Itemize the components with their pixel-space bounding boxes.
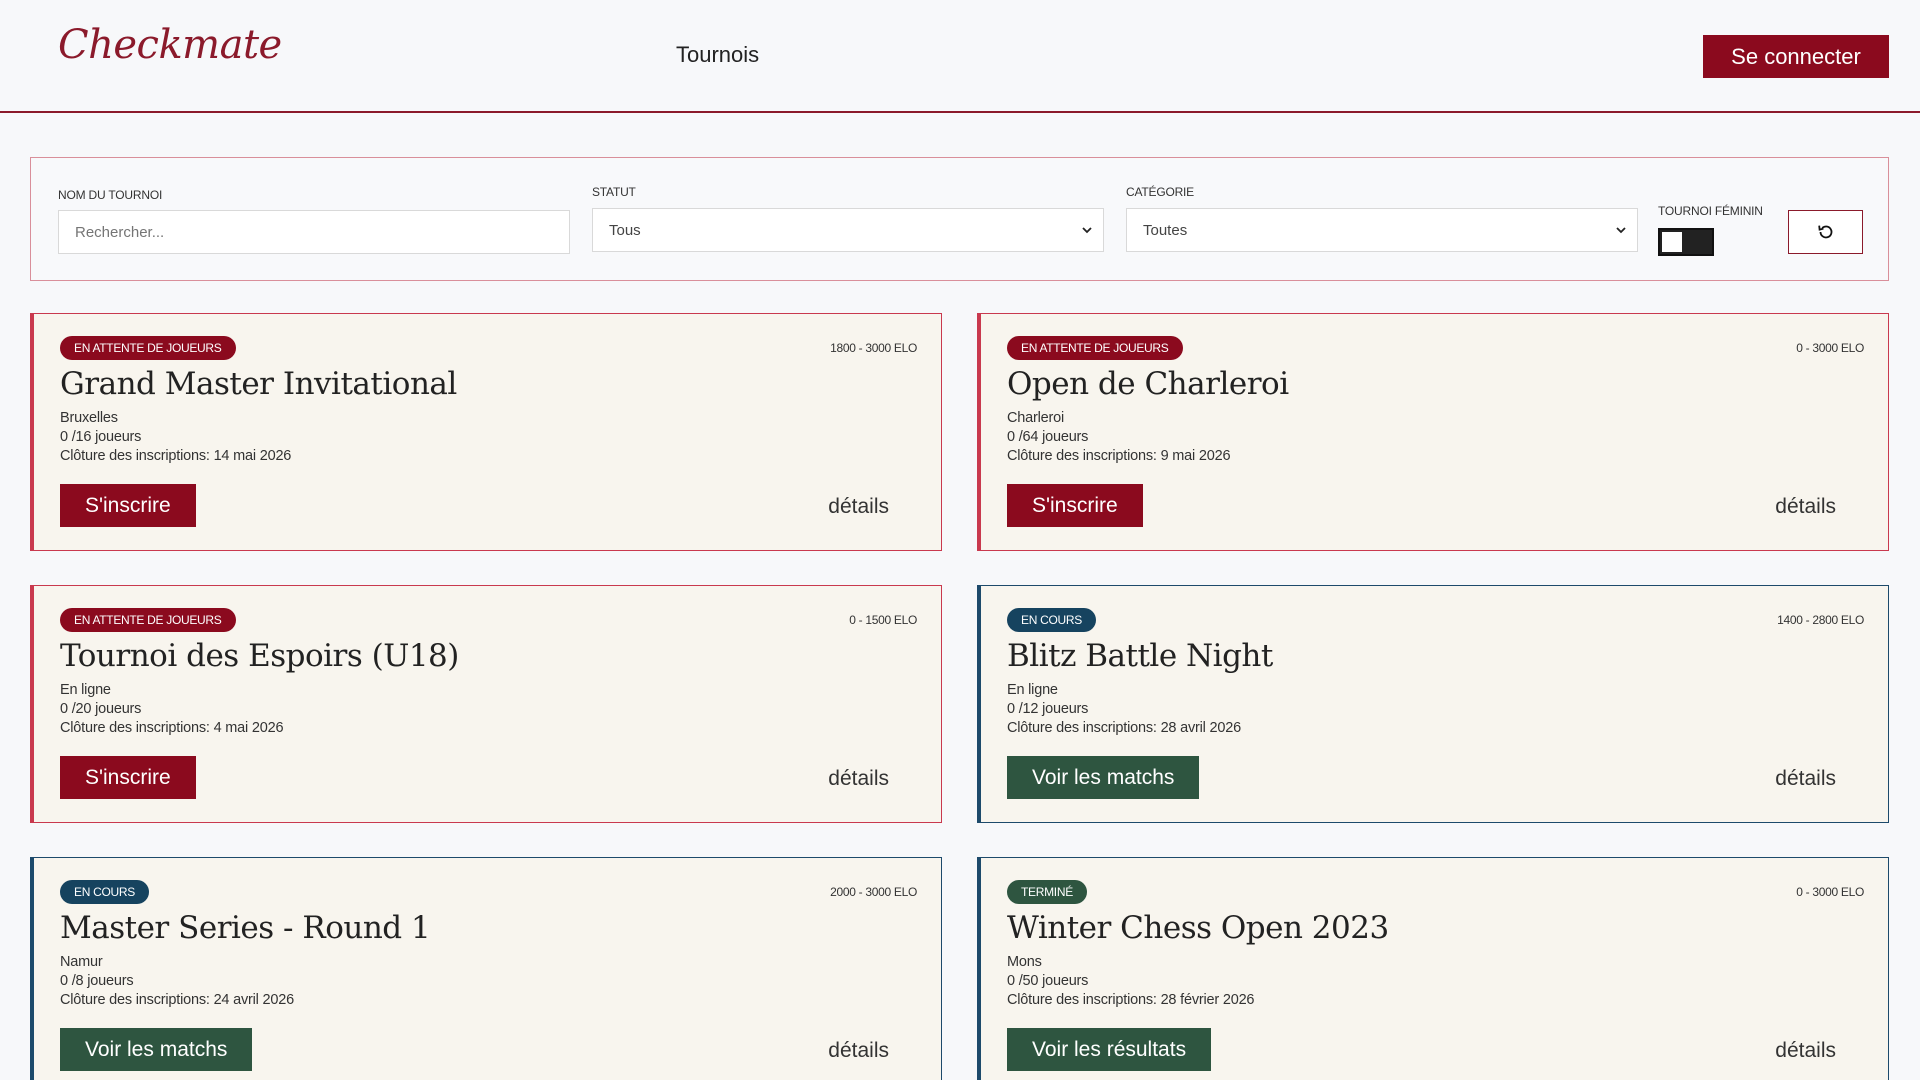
elo-range: 0 - 1500 ELO (849, 613, 917, 627)
category-select[interactable]: Toutes (1126, 208, 1638, 252)
tournament-title: Winter Chess Open 2023 (1007, 910, 1389, 946)
view-matches-button[interactable]: Voir les matchs (60, 1028, 253, 1071)
registration-closing: Clôture des inscriptions: 28 avril 2026 (1007, 720, 1241, 736)
elo-range: 2000 - 3000 ELO (830, 885, 917, 899)
status-select[interactable]: Tous (592, 208, 1104, 252)
register-button[interactable]: S'inscrire (60, 756, 196, 799)
tournament-players: 0 /50 joueurs (1007, 973, 1089, 989)
registration-closing: Clôture des inscriptions: 14 mai 2026 (60, 448, 292, 464)
category-select-value: Toutes (1143, 221, 1188, 239)
tournament-title: Grand Master Invitational (60, 366, 457, 402)
tournament-title: Tournoi des Espoirs (U18) (60, 638, 459, 674)
nav-tournois-link[interactable]: Tournois (676, 42, 759, 68)
tournament-location: Charleroi (1007, 410, 1065, 426)
status-badge: TERMINÉ (1007, 880, 1087, 904)
register-button[interactable]: S'inscrire (60, 484, 196, 527)
top-header: Checkmate Tournois Se connecter (0, 0, 1920, 113)
elo-range: 0 - 3000 ELO (1796, 885, 1864, 899)
status-badge: EN ATTENTE DE JOUEURS (60, 336, 236, 360)
tournament-name-label: NOM DU TOURNOI (58, 188, 163, 202)
tournament-players: 0 /64 joueurs (1007, 429, 1089, 445)
registration-closing: Clôture des inscriptions: 24 avril 2026 (60, 992, 294, 1008)
women-tournament-label: TOURNOI FÉMININ (1658, 204, 1763, 218)
app-logo[interactable]: Checkmate (58, 22, 282, 68)
details-link[interactable]: détails (1775, 1039, 1836, 1063)
elo-range: 0 - 3000 ELO (1796, 341, 1864, 355)
tournament-location: En ligne (60, 682, 111, 698)
register-button[interactable]: S'inscrire (1007, 484, 1143, 527)
tournament-card: EN ATTENTE DE JOUEURS 0 - 1500 ELO Tourn… (30, 585, 942, 823)
category-label: CATÉGORIE (1126, 185, 1194, 199)
details-link[interactable]: détails (1775, 767, 1836, 791)
filter-panel: NOM DU TOURNOI STATUT Tous CATÉGORIE Tou… (30, 157, 1889, 281)
status-badge: EN ATTENTE DE JOUEURS (1007, 336, 1183, 360)
elo-range: 1400 - 2800 ELO (1777, 613, 1864, 627)
refresh-icon (1817, 225, 1832, 239)
tournament-card: EN COURS 2000 - 3000 ELO Master Series -… (30, 857, 942, 1080)
tournament-location: Namur (60, 954, 103, 970)
status-badge: EN COURS (60, 880, 149, 904)
tournament-location: Bruxelles (60, 410, 118, 426)
status-badge: EN ATTENTE DE JOUEURS (60, 608, 236, 632)
details-link[interactable]: détails (1775, 495, 1836, 519)
registration-closing: Clôture des inscriptions: 28 février 202… (1007, 992, 1255, 1008)
view-matches-button[interactable]: Voir les matchs (1007, 756, 1200, 799)
tournament-players: 0 /20 joueurs (60, 701, 142, 717)
women-tournament-toggle[interactable] (1658, 228, 1714, 256)
status-select-value: Tous (609, 221, 641, 239)
tournament-players: 0 /12 joueurs (1007, 701, 1089, 717)
details-link[interactable]: détails (828, 767, 889, 791)
chevron-down-icon (1082, 227, 1092, 234)
login-button[interactable]: Se connecter (1703, 35, 1889, 78)
toggle-knob (1662, 232, 1682, 252)
registration-closing: Clôture des inscriptions: 4 mai 2026 (60, 720, 284, 736)
chevron-down-icon (1616, 227, 1626, 234)
details-link[interactable]: détails (828, 495, 889, 519)
tournament-location: Mons (1007, 954, 1042, 970)
tournament-search-input[interactable] (58, 210, 570, 254)
registration-closing: Clôture des inscriptions: 9 mai 2026 (1007, 448, 1231, 464)
tournament-location: En ligne (1007, 682, 1058, 698)
tournament-card: TERMINÉ 0 - 3000 ELO Winter Chess Open 2… (977, 857, 1889, 1080)
reset-filters-button[interactable] (1788, 210, 1863, 254)
tournament-title: Blitz Battle Night (1007, 638, 1273, 674)
view-results-button[interactable]: Voir les résultats (1007, 1028, 1212, 1071)
status-label: STATUT (592, 185, 636, 199)
status-badge: EN COURS (1007, 608, 1096, 632)
tournament-title: Open de Charleroi (1007, 366, 1289, 402)
tournament-card: EN ATTENTE DE JOUEURS 1800 - 3000 ELO Gr… (30, 313, 942, 551)
elo-range: 1800 - 3000 ELO (830, 341, 917, 355)
tournament-card: EN COURS 1400 - 2800 ELO Blitz Battle Ni… (977, 585, 1889, 823)
tournament-title: Master Series - Round 1 (60, 910, 431, 946)
details-link[interactable]: détails (828, 1039, 889, 1063)
tournament-players: 0 /16 joueurs (60, 429, 142, 445)
tournament-card: EN ATTENTE DE JOUEURS 0 - 3000 ELO Open … (977, 313, 1889, 551)
tournament-players: 0 /8 joueurs (60, 973, 134, 989)
